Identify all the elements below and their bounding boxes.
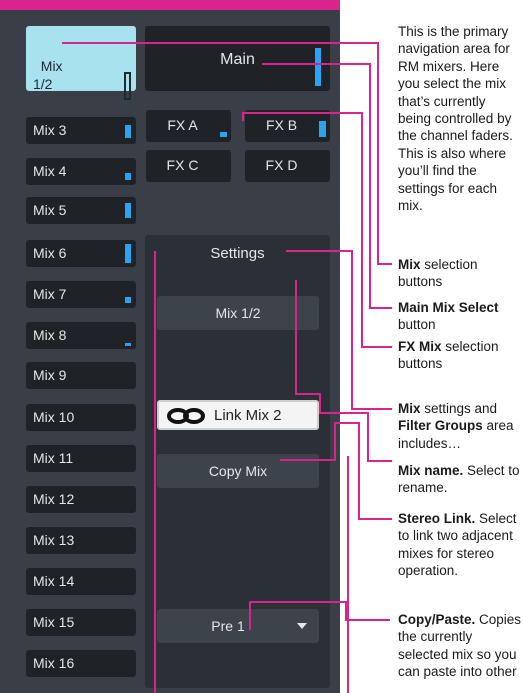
pre-select-dropdown[interactable]: Pre 1: [157, 609, 319, 643]
mix-9-button[interactable]: Mix 9: [26, 362, 136, 389]
mix-8-label: Mix 8: [33, 327, 67, 343]
mix-8-button[interactable]: Mix 8: [26, 322, 136, 349]
mix-1-2-button[interactable]: Mix 1/2: [26, 26, 136, 100]
settings-title: Settings: [210, 245, 265, 262]
mix-3-button[interactable]: Mix 3: [26, 117, 136, 144]
mix-11-button[interactable]: Mix 11: [26, 445, 136, 472]
settings-annotation: Mix settings and Filter Groups area incl…: [398, 400, 522, 452]
main-mix-annotation: Main Mix Select button: [398, 299, 522, 334]
mix-7-meter: [125, 297, 131, 303]
mix-name-annotation: Mix name. Select to rename.: [398, 462, 522, 497]
settings-text-mid: settings and: [420, 401, 498, 416]
main-mix-button[interactable]: Main: [145, 26, 330, 91]
mix-name-bold: Mix name.: [398, 463, 464, 478]
fx-c-label: FX C: [166, 157, 199, 173]
fx-mix-annotation: FX Mix selection buttons: [398, 338, 522, 373]
mix-13-button[interactable]: Mix 13: [26, 527, 136, 554]
mix-16-button[interactable]: Mix 16: [26, 650, 136, 677]
mix-name-label: Mix 1/2: [215, 305, 261, 321]
mix-10-label: Mix 10: [33, 409, 75, 425]
fx-c-button[interactable]: FX C: [146, 150, 231, 182]
main-label: Main: [220, 51, 255, 68]
mix-6-button[interactable]: Mix 6: [26, 240, 136, 267]
mix-5-meter: [125, 203, 131, 218]
mix-12-label: Mix 12: [33, 491, 75, 507]
mix-selection-bold: Mix: [398, 257, 421, 272]
mix-14-button[interactable]: Mix 14: [26, 568, 136, 595]
intro-annotation: This is the primary navigation area for …: [398, 24, 513, 214]
settings-area: Settings Mix 1/2 Link Mix 2 Copy Mix Pre…: [145, 235, 330, 688]
fx-a-label: FX A: [167, 117, 198, 133]
mix-8-meter: [125, 343, 131, 346]
top-accent-bar: [0, 0, 340, 10]
mix-4-meter: [125, 173, 131, 180]
fx-a-meter: [220, 132, 227, 137]
stereo-link-bold: Stereo Link.: [398, 511, 476, 526]
mix-15-label: Mix 15: [33, 614, 75, 630]
mix-name-button[interactable]: Mix 1/2: [157, 296, 319, 330]
fx-b-meter: [319, 121, 326, 137]
mix-4-button[interactable]: Mix 4: [26, 158, 136, 185]
fx-b-label: FX B: [265, 117, 298, 133]
fx-a-button[interactable]: FX A: [146, 110, 231, 142]
mix-15-button[interactable]: Mix 15: [26, 609, 136, 636]
settings-bold-2: Filter Groups: [398, 418, 483, 434]
fx-d-button[interactable]: FX D: [245, 150, 330, 182]
mix-1-2-meter: [124, 72, 131, 100]
link-mix-label: Link Mix 2: [214, 407, 282, 424]
settings-bold-1: Mix: [398, 401, 421, 416]
mix-11-label: Mix 11: [33, 450, 74, 466]
mix-14-label: Mix 14: [33, 573, 75, 589]
mix-7-button[interactable]: Mix 7: [26, 281, 136, 308]
mix-10-button[interactable]: Mix 10: [26, 404, 136, 431]
link-mix-button[interactable]: Link Mix 2: [157, 400, 319, 430]
fx-d-label: FX D: [265, 157, 298, 173]
copy-mix-label: Copy Mix: [208, 463, 268, 479]
main-mix-text: button: [398, 317, 436, 333]
fx-b-button[interactable]: FX B: [245, 110, 330, 142]
mix-9-label: Mix 9: [33, 367, 67, 383]
mix-4-label: Mix 4: [33, 163, 67, 179]
mix-5-label: Mix 5: [33, 202, 67, 218]
main-mix-bold: Main Mix Select: [398, 300, 499, 315]
mix-5-button[interactable]: Mix 5: [26, 197, 136, 224]
main-meter: [315, 48, 321, 86]
mix-12-button[interactable]: Mix 12: [26, 486, 136, 513]
mix-6-meter: [125, 244, 131, 263]
fx-mix-bold: FX Mix: [398, 339, 442, 354]
copy-mix-button[interactable]: Copy Mix: [157, 454, 319, 488]
link-icon: [167, 408, 205, 427]
mix-16-label: Mix 16: [33, 655, 75, 671]
mix-13-label: Mix 13: [33, 532, 75, 548]
copy-paste-bold: Copy/Paste.: [398, 612, 476, 627]
mix-3-meter: [125, 125, 131, 138]
pre-select-label: Pre 1: [211, 618, 245, 634]
mix-6-label: Mix 6: [33, 245, 67, 261]
chevron-down-icon: [297, 623, 307, 629]
stereo-link-annotation: Stereo Link. Select to link two adjacent…: [398, 510, 522, 580]
mix-7-label: Mix 7: [33, 286, 67, 302]
mix-1-2-label: Mix 1/2: [33, 58, 63, 92]
copy-paste-annotation: Copy/Paste. Copies the currently selecte…: [398, 611, 522, 681]
mix-3-label: Mix 3: [33, 122, 67, 138]
mix-selection-annotation: Mix selection buttons: [398, 256, 522, 291]
